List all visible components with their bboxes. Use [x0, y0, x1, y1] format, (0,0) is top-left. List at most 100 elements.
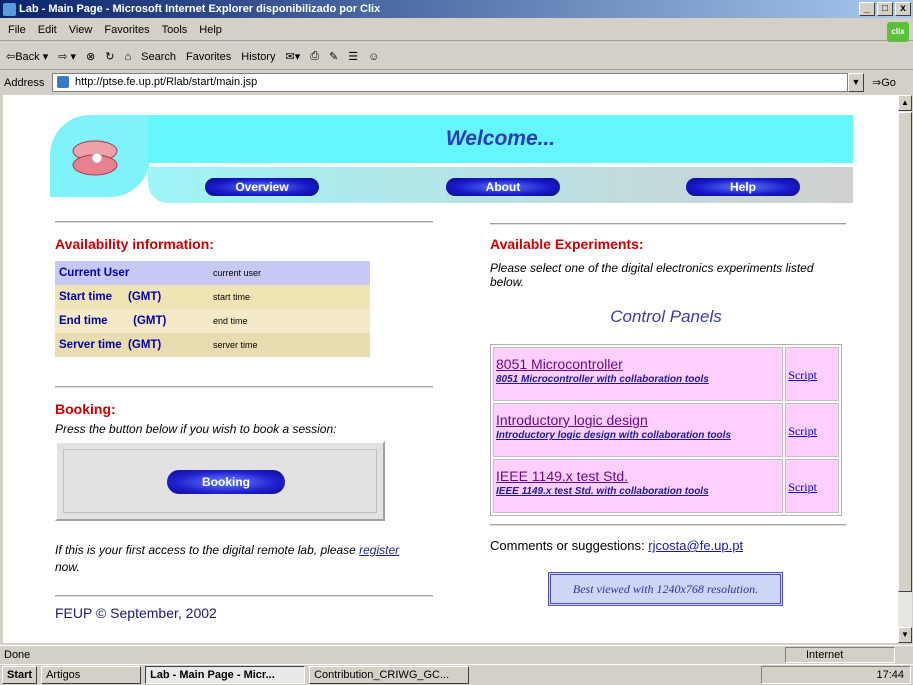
availability-heading: Availability information: [55, 236, 214, 252]
divider [490, 524, 846, 526]
mail-icon[interactable]: ✉▾ [285, 50, 300, 63]
discuss-icon[interactable]: ☰ [348, 50, 358, 63]
row-value: server time [213, 340, 258, 350]
availability-table: Current User current user Start time (GMT… [55, 261, 370, 357]
title-bar[interactable]: Lab - Main Page - Microsoft Internet Exp… [0, 0, 913, 18]
scroll-up-icon[interactable]: ▲ [898, 95, 912, 111]
nav-strip: Overview About Help [148, 167, 853, 203]
menu-help[interactable]: Help [199, 24, 222, 36]
overview-button[interactable]: Overview [205, 178, 319, 196]
first-access-after: now. [55, 560, 80, 574]
forward-button[interactable]: ⇨ ▾ [58, 50, 76, 63]
row-value: end time [213, 316, 248, 326]
vertical-scrollbar[interactable]: ▲ ▼ [898, 95, 912, 643]
experiment-link[interactable]: Introductory logic design [496, 412, 782, 428]
experiments-intro: Please select one of the digital electro… [490, 261, 814, 289]
divider [55, 221, 433, 223]
experiment-collab-link[interactable]: Introductory logic design with collabora… [496, 430, 782, 441]
divider [55, 595, 433, 597]
history-button[interactable]: History [241, 51, 275, 63]
refresh-icon[interactable]: ↻ [105, 50, 114, 63]
page-icon [57, 76, 69, 88]
table-row: IEEE 1149.x test Std. IEEE 1149.x test S… [493, 459, 839, 513]
script-link[interactable]: Script [785, 347, 839, 401]
stop-icon[interactable]: ⊗ [86, 50, 95, 63]
taskbar: Start Artigos Lab - Main Page - Micr... … [0, 664, 913, 685]
favorites-button[interactable]: Favorites [186, 51, 231, 63]
experiment-cell: Introductory logic design Introductory l… [493, 403, 784, 457]
row-key: Current User [59, 267, 130, 279]
row-value: current user [213, 268, 262, 278]
script-link[interactable]: Script [785, 459, 839, 513]
row-key: End time (GMT) [59, 315, 167, 327]
edit-icon[interactable]: ✎ [329, 50, 338, 63]
booking-inner-panel: Booking [63, 449, 377, 513]
comments-text: Comments or suggestions: rjcosta@fe.up.p… [490, 538, 743, 553]
taskbar-item-contribution[interactable]: Contribution_CRIWG_GC... [309, 666, 470, 684]
address-bar: Address http://ptse.fe.up.pt/Rlab/start/… [0, 72, 913, 94]
taskbar-item-artigos[interactable]: Artigos [41, 666, 142, 684]
first-access-before: If this is your first access to the digi… [55, 543, 360, 557]
close-button[interactable]: x [895, 2, 911, 16]
register-link[interactable]: register [359, 543, 399, 557]
go-button[interactable]: ⇒Go [872, 76, 896, 89]
experiments-table: 8051 Microcontroller 8051 Microcontrolle… [490, 344, 842, 516]
best-viewed-badge: Best viewed with 1240x768 resolution. [548, 572, 783, 606]
menu-file[interactable]: File [8, 24, 26, 36]
experiments-heading: Available Experiments: [490, 236, 644, 252]
divider [490, 223, 846, 225]
booking-panel: Booking [55, 441, 385, 521]
system-tray: 17:44 [761, 666, 911, 684]
table-row: End time (GMT) end time [55, 309, 370, 333]
address-input[interactable]: http://ptse.fe.up.pt/Rlab/start/main.jsp [52, 73, 848, 92]
booking-button[interactable]: Booking [167, 470, 285, 494]
menu-view[interactable]: View [69, 24, 93, 36]
scroll-thumb[interactable] [898, 112, 912, 592]
scroll-down-icon[interactable]: ▼ [898, 627, 912, 643]
help-button[interactable]: Help [686, 178, 800, 196]
table-row: Current User current user [55, 261, 370, 285]
shell-icon [72, 140, 118, 176]
row-key: Start time (GMT) [59, 291, 162, 303]
row-key: Server time (GMT) [59, 339, 162, 351]
toolbar: ⇦Back ▾ ⇨ ▾ ⊗ ↻ ⌂ Search Favorites Histo… [0, 44, 913, 70]
welcome-banner: Welcome... [148, 115, 853, 163]
booking-heading: Booking: [55, 401, 116, 417]
start-button[interactable]: Start [2, 666, 38, 684]
minimize-button[interactable]: _ [859, 2, 875, 16]
script-link[interactable]: Script [785, 403, 839, 457]
footer-text: FEUP © September, 2002 [55, 605, 217, 621]
messenger-icon[interactable]: ☺ [368, 51, 379, 63]
menu-tools[interactable]: Tools [162, 24, 188, 36]
menu-favorites[interactable]: Favorites [104, 24, 149, 36]
experiment-collab-link[interactable]: 8051 Microcontroller with collaboration … [496, 374, 782, 385]
address-dropdown-icon[interactable]: ▼ [848, 73, 864, 92]
lab-logo [50, 115, 150, 197]
about-button[interactable]: About [446, 178, 560, 196]
search-button[interactable]: Search [141, 51, 176, 63]
home-icon[interactable]: ⌂ [124, 51, 131, 63]
address-label: Address [4, 77, 45, 89]
first-access-text: If this is your first access to the digi… [55, 542, 415, 576]
table-row: 8051 Microcontroller 8051 Microcontrolle… [493, 347, 839, 401]
experiment-cell: IEEE 1149.x test Std. IEEE 1149.x test S… [493, 459, 784, 513]
back-button[interactable]: ⇦Back ▾ [6, 50, 48, 63]
security-zone: Internet [785, 647, 895, 663]
clix-logo: clix [887, 22, 909, 42]
page-viewport: Welcome... Overview About Help Availabil… [3, 95, 898, 643]
status-bar: Done Internet [0, 645, 913, 663]
table-row: Start time (GMT) start time [55, 285, 370, 309]
window-title: Lab - Main Page - Microsoft Internet Exp… [19, 3, 381, 15]
maximize-button[interactable]: □ [877, 2, 893, 16]
taskbar-item-lab[interactable]: Lab - Main Page - Micr... [145, 666, 306, 684]
comments-label: Comments or suggestions: [490, 538, 649, 553]
experiment-collab-link[interactable]: IEEE 1149.x test Std. with collaboration… [496, 486, 782, 497]
experiment-link[interactable]: IEEE 1149.x test Std. [496, 468, 782, 484]
email-link[interactable]: rjcosta@fe.up.pt [648, 538, 743, 553]
experiment-link[interactable]: 8051 Microcontroller [496, 356, 782, 372]
print-icon[interactable]: ⎙ [310, 50, 319, 63]
menu-edit[interactable]: Edit [38, 24, 57, 36]
experiment-cell: 8051 Microcontroller 8051 Microcontrolle… [493, 347, 784, 401]
control-panels-title: Control Panels [610, 307, 722, 326]
menu-bar: File Edit View Favorites Tools Help [0, 19, 913, 41]
